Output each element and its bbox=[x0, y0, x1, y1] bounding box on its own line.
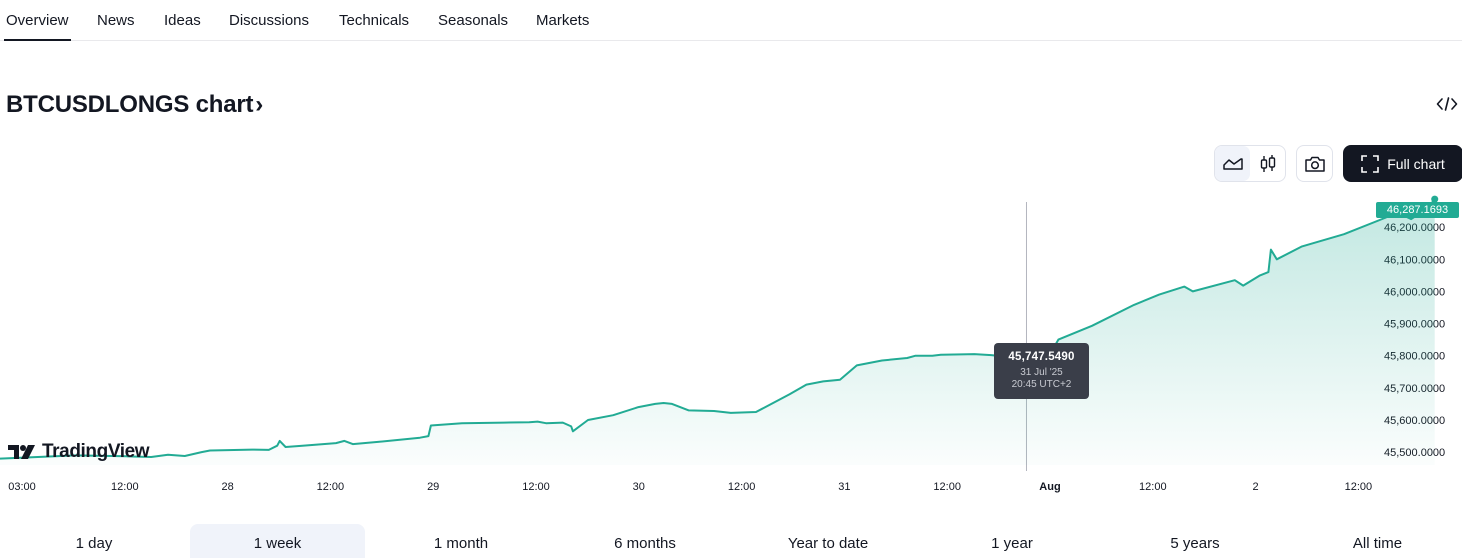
line-chart-icon bbox=[1222, 157, 1243, 170]
tooltip-price: 45,747.5490 bbox=[1008, 351, 1075, 363]
price-tooltip: 45,747.5490 31 Jul '25 20:45 UTC+2 bbox=[994, 343, 1089, 399]
x-tick-label: 12:00 bbox=[1345, 481, 1373, 493]
tab-news[interactable]: News bbox=[97, 12, 135, 29]
range-1-day[interactable]: 1 day bbox=[0, 524, 188, 558]
x-tick-label: 03:00 bbox=[8, 481, 36, 493]
x-axis: 03:00 12:00 28 12:00 29 12:00 30 12:00 31 12:00 Au… bbox=[8, 481, 1372, 493]
range-1-year[interactable]: 1 year bbox=[922, 524, 1102, 558]
tradingview-logo-icon bbox=[8, 445, 35, 459]
x-tick-label: 30 bbox=[633, 481, 645, 493]
x-tick-label: 12:00 bbox=[522, 481, 550, 493]
x-tick-label: 12:00 bbox=[1139, 481, 1167, 493]
candles-icon bbox=[1260, 154, 1275, 172]
x-tick-label: 31 bbox=[838, 481, 850, 493]
tooltip-date: 31 Jul '25 bbox=[1020, 367, 1063, 378]
x-tick-label: 2 bbox=[1253, 481, 1259, 493]
range-6-months[interactable]: 6 months bbox=[555, 524, 735, 558]
x-tick-label: 12:00 bbox=[111, 481, 139, 493]
embed-code-icon[interactable] bbox=[1436, 96, 1458, 112]
full-chart-button[interactable]: Full chart bbox=[1343, 145, 1462, 182]
chart-title-link[interactable]: BTCUSDLONGS chart› bbox=[6, 91, 263, 119]
chevron-right-icon: › bbox=[255, 91, 264, 118]
tradingview-logo[interactable]: TradingView bbox=[8, 441, 150, 463]
price-area-fill bbox=[0, 199, 1435, 465]
tab-seasonals[interactable]: Seasonals bbox=[438, 12, 508, 29]
range-year-to-date[interactable]: Year to date bbox=[738, 524, 918, 558]
camera-icon bbox=[1304, 156, 1325, 172]
candles-button[interactable] bbox=[1250, 146, 1285, 181]
x-tick-label: 12:00 bbox=[317, 481, 345, 493]
range-1-month[interactable]: 1 month bbox=[370, 524, 552, 558]
range-5-years[interactable]: 5 years bbox=[1105, 524, 1285, 558]
tab-bar: Overview News Ideas Discussions Technica… bbox=[0, 0, 1462, 41]
screenshot-button[interactable] bbox=[1296, 145, 1333, 182]
x-tick-label: 28 bbox=[221, 481, 233, 493]
line-chart-button[interactable] bbox=[1215, 146, 1250, 181]
chart-title: BTCUSDLONGS chart bbox=[6, 91, 254, 118]
price-chart[interactable]: 46,200.000046,100.000046,000.000045,900.… bbox=[0, 195, 1462, 505]
last-price-label: 46,287.1693 bbox=[1376, 202, 1459, 218]
tooltip-time: 20:45 UTC+2 bbox=[1011, 379, 1072, 390]
chart-style-toggle bbox=[1214, 145, 1286, 182]
range-all-time[interactable]: All time bbox=[1290, 524, 1462, 558]
tab-markets[interactable]: Markets bbox=[536, 12, 589, 29]
x-tick-label: 12:00 bbox=[728, 481, 756, 493]
range-1-week[interactable]: 1 week bbox=[190, 524, 365, 558]
tradingview-logo-text: TradingView bbox=[42, 441, 150, 462]
tab-discussions[interactable]: Discussions bbox=[229, 12, 309, 29]
x-tick-label: Aug bbox=[1039, 481, 1060, 493]
tab-overview[interactable]: Overview bbox=[4, 12, 71, 41]
full-chart-label: Full chart bbox=[1387, 155, 1445, 172]
fullscreen-icon bbox=[1361, 154, 1380, 173]
tab-ideas[interactable]: Ideas bbox=[164, 12, 201, 29]
x-tick-label: 29 bbox=[427, 481, 439, 493]
tab-technicals[interactable]: Technicals bbox=[339, 12, 409, 29]
x-tick-label: 12:00 bbox=[933, 481, 961, 493]
